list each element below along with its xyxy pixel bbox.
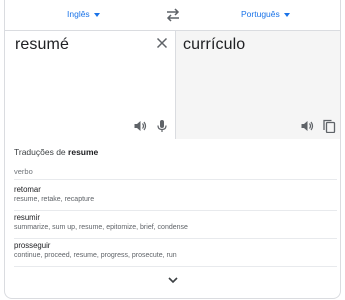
divider [14, 179, 337, 180]
swap-arrows-icon[interactable] [163, 6, 183, 24]
source-language-label: Inglês [67, 9, 90, 19]
source-text[interactable]: resumé [15, 36, 69, 54]
divider [14, 266, 337, 267]
part-of-speech-label: verbo [14, 167, 33, 176]
caret-down-icon [283, 12, 290, 17]
speaker-icon[interactable] [300, 119, 314, 133]
translate-widget: Inglês Português resumé currículo Traduç… [4, 0, 341, 299]
microphone-icon[interactable] [155, 119, 169, 133]
target-text: currículo [183, 36, 246, 53]
dictionary-title-word: resume [68, 147, 99, 157]
speaker-icon[interactable] [133, 119, 147, 133]
source-pane[interactable]: resumé [5, 31, 175, 139]
copy-icon[interactable] [322, 119, 336, 133]
entry-synonyms: summarize, sum up, resume, epitomize, br… [14, 224, 188, 231]
entry-synonyms: continue, proceed, resume, progress, pro… [14, 252, 177, 259]
chevron-down-icon[interactable] [167, 275, 179, 285]
source-language-selector[interactable]: Inglês [67, 9, 100, 19]
entry-word: resumir [14, 213, 40, 222]
divider [14, 238, 337, 239]
translation-panes: resumé currículo [5, 31, 340, 139]
target-pane: currículo [175, 31, 340, 139]
target-language-label: Português [241, 9, 280, 19]
entry-word: prosseguir [14, 241, 51, 250]
dictionary-title: Traduções de resume [14, 147, 98, 157]
language-bar: Inglês Português [5, 0, 340, 31]
entry-word: retomar [14, 185, 41, 194]
caret-down-icon [93, 12, 100, 17]
divider [14, 210, 337, 211]
entry-synonyms: resume, retake, recapture [14, 196, 95, 203]
dictionary-title-prefix: Traduções de [14, 147, 66, 157]
close-icon[interactable] [156, 37, 168, 49]
target-language-selector[interactable]: Português [241, 9, 290, 19]
